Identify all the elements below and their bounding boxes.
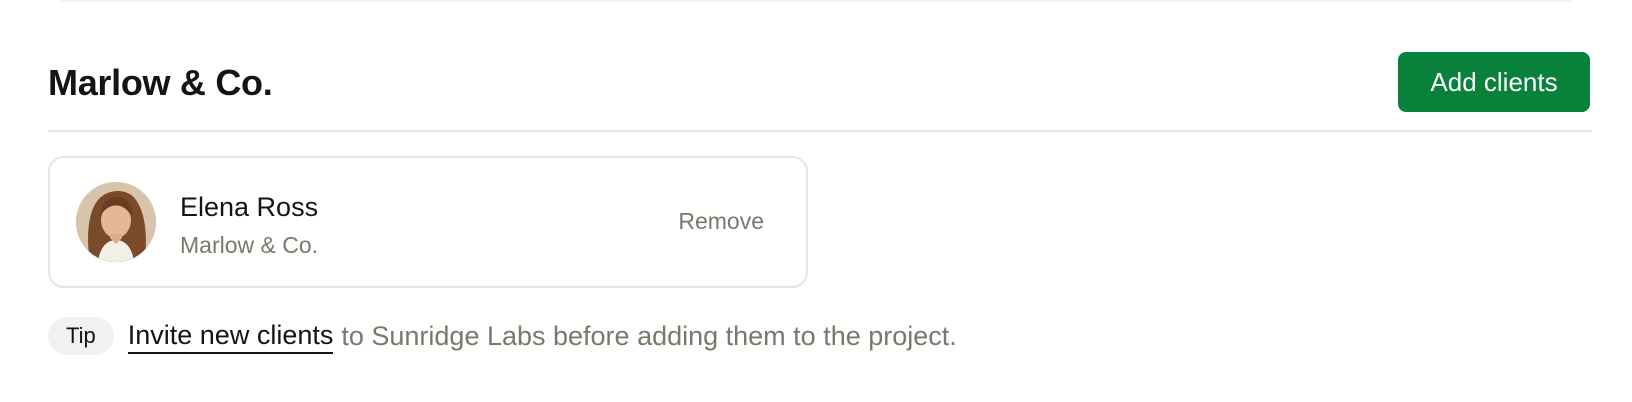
tip-row: Tip Invite new clients to Sunridge Labs … [48,316,957,356]
page: Marlow & Co. Add clients Elena Ross Marl… [0,0,1632,402]
tip-badge: Tip [48,317,114,355]
top-divider [60,0,1572,2]
section-title: Marlow & Co. [48,62,273,103]
invite-clients-link[interactable]: Invite new clients [127,318,334,354]
add-clients-button[interactable]: Add clients [1398,52,1590,112]
header-divider [48,130,1592,132]
avatar [76,182,156,262]
client-company: Marlow & Co. [180,232,319,258]
avatar-photo-icon [76,182,156,262]
client-card: Elena Ross Marlow & Co. Remove [48,156,808,288]
remove-client-button[interactable]: Remove [678,208,764,235]
tip-text: to Sunridge Labs before adding them to t… [341,320,957,351]
client-name: Elena Ross [180,192,319,222]
section-header: Marlow & Co. Add clients [48,52,1592,112]
